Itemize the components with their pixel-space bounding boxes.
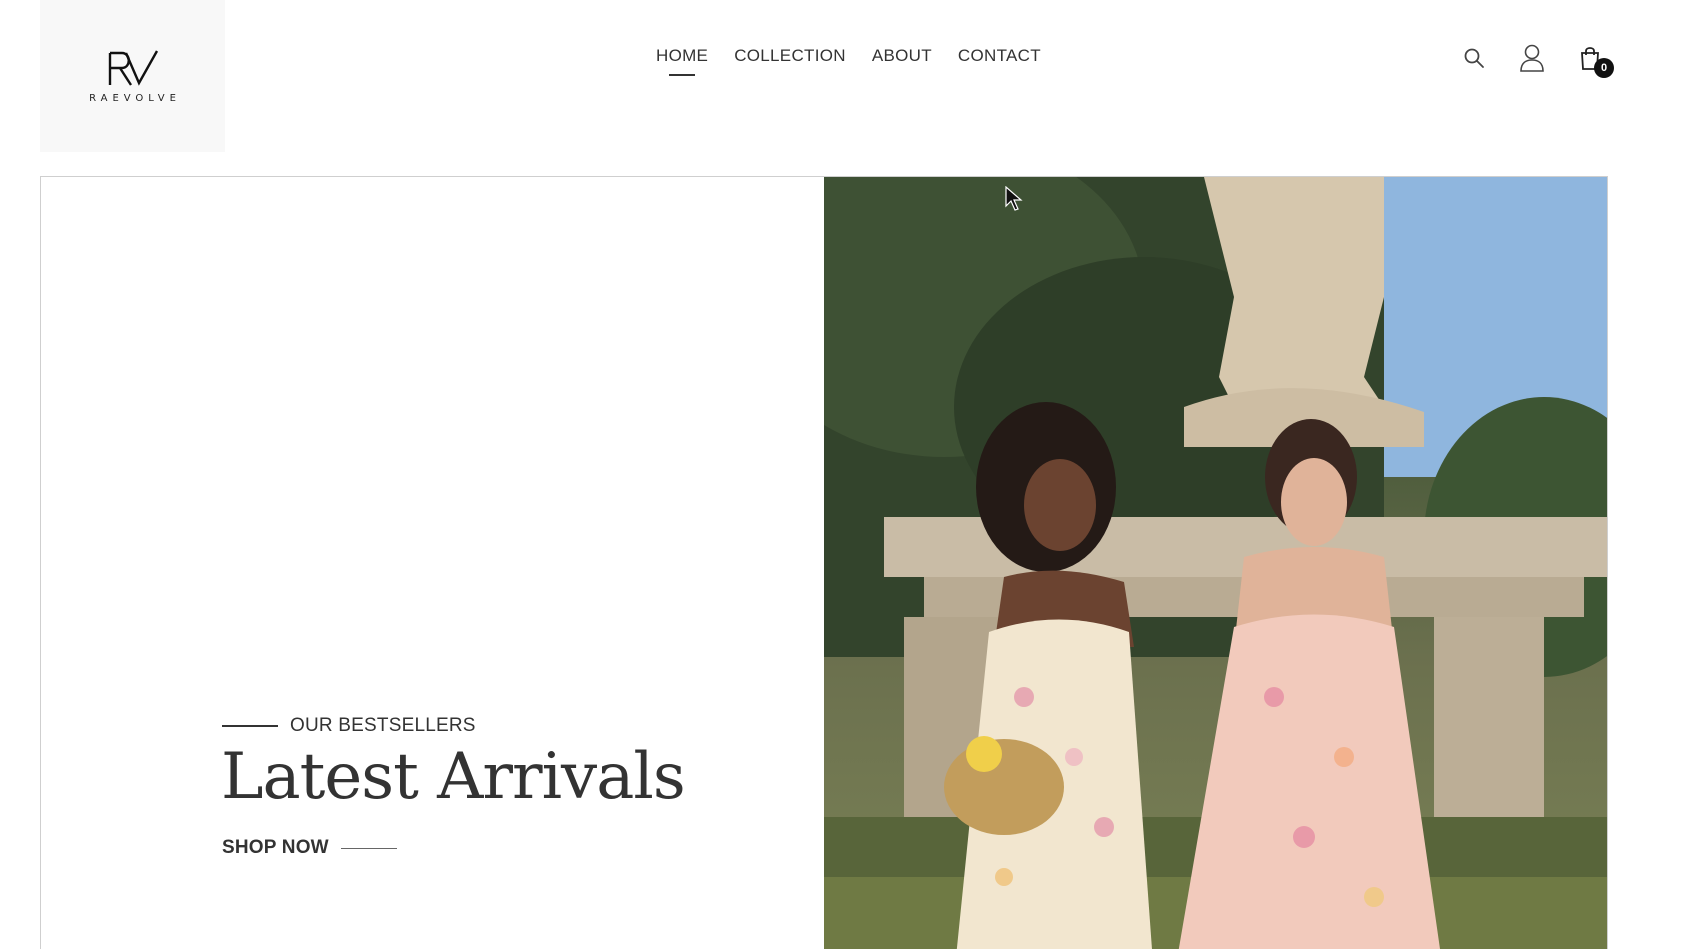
eyebrow-divider — [222, 725, 278, 727]
hero-photo-illustration — [823, 177, 1607, 949]
search-button[interactable] — [1460, 44, 1488, 72]
shop-now-link[interactable]: SHOP NOW — [222, 837, 397, 859]
page: RAEVOLVE HOME COLLECTION ABOUT CONTACT 0… — [0, 0, 1697, 949]
hero-image — [823, 177, 1607, 949]
hero-banner: OUR BESTSELLERS Latest Arrivals SHOP NOW — [40, 176, 1608, 949]
account-button[interactable] — [1518, 44, 1546, 72]
cart-count-badge: 0 — [1594, 58, 1614, 78]
nav-item-home[interactable]: HOME — [656, 46, 708, 76]
header-icons: 0 — [1460, 44, 1614, 78]
main-nav: HOME COLLECTION ABOUT CONTACT — [656, 46, 1041, 76]
shop-now-label: SHOP NOW — [222, 837, 329, 858]
user-icon — [1520, 44, 1544, 72]
hero-title: Latest Arrivals — [221, 740, 686, 814]
cart-button[interactable]: 0 — [1576, 44, 1614, 78]
brand-wordmark: RAEVOLVE — [89, 92, 181, 104]
hero-eyebrow: OUR BESTSELLERS — [222, 715, 476, 737]
nav-item-contact[interactable]: CONTACT — [958, 46, 1041, 76]
brand-logo[interactable]: RAEVOLVE — [40, 0, 225, 152]
shop-now-divider — [340, 847, 397, 849]
hero-eyebrow-text: OUR BESTSELLERS — [290, 715, 476, 736]
hero-text-panel: OUR BESTSELLERS Latest Arrivals SHOP NOW — [41, 177, 824, 949]
nav-item-collection[interactable]: COLLECTION — [734, 46, 846, 76]
search-icon — [1464, 48, 1484, 68]
brand-monogram — [104, 49, 162, 87]
nav-item-about[interactable]: ABOUT — [872, 46, 932, 76]
mouse-cursor-icon — [1005, 186, 1023, 211]
